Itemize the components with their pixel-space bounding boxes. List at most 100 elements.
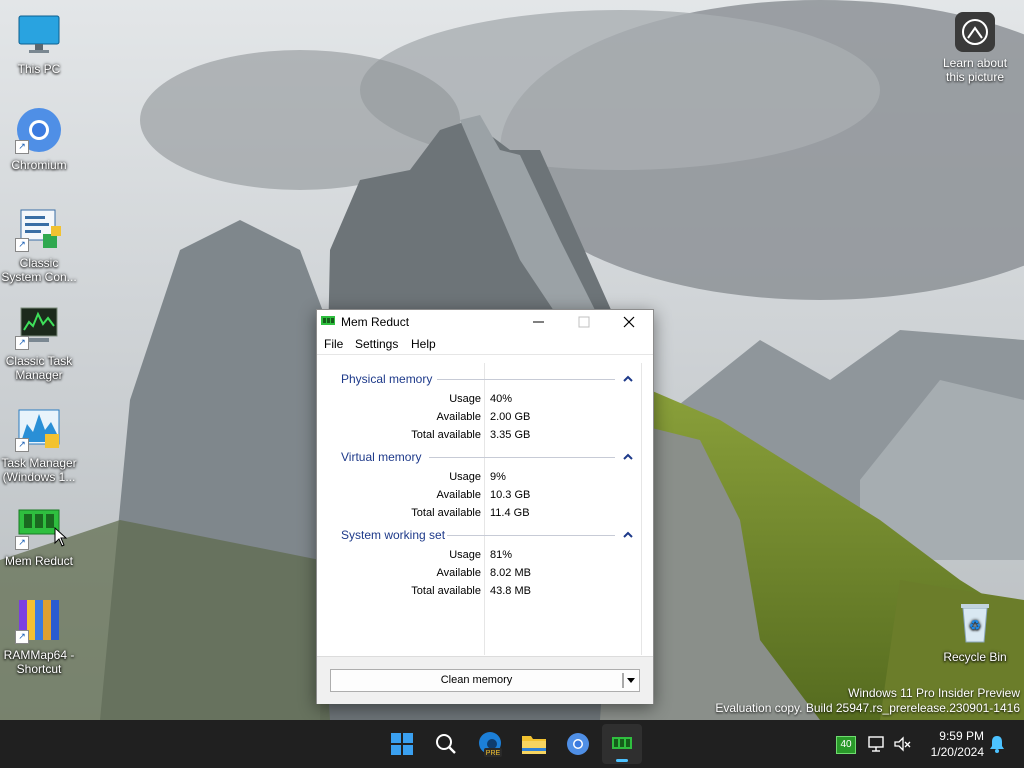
shortcut-arrow-icon: ↗ bbox=[15, 336, 29, 350]
mouse-cursor-icon bbox=[54, 527, 68, 547]
memory-info-panel: Physical memory Usage 40% Available 2.00… bbox=[317, 354, 653, 657]
watermark-line-1: Windows 11 Pro Insider Preview bbox=[848, 686, 1020, 700]
start-button[interactable] bbox=[382, 724, 422, 764]
row-value: 10.3 GB bbox=[490, 489, 531, 501]
notification-bell-icon[interactable] bbox=[988, 734, 1006, 754]
row-label: Usage bbox=[449, 549, 481, 561]
row-value: 3.35 GB bbox=[490, 429, 531, 441]
desktop-icon-label: Recycle Bin bbox=[943, 650, 1007, 664]
chevron-up-icon[interactable] bbox=[623, 375, 633, 383]
right-border bbox=[641, 363, 642, 655]
group-separator bbox=[437, 379, 615, 380]
row-label: Total available bbox=[411, 507, 481, 519]
menu-help[interactable]: Help bbox=[411, 337, 436, 351]
task-manager-chart-icon: ↗ bbox=[15, 404, 63, 452]
desktop-icon-task-manager-windows[interactable]: ↗ Task Manager (Windows 1... bbox=[0, 404, 78, 484]
edge-button[interactable]: PRE bbox=[470, 724, 510, 764]
window-title: Mem Reduct bbox=[341, 315, 410, 329]
row-value: 2.00 GB bbox=[490, 411, 531, 423]
desktop-icon-classic-system-control[interactable]: ↗ Classic System Con... bbox=[0, 204, 78, 284]
monitor-icon bbox=[15, 10, 63, 58]
row-value: 8.02 MB bbox=[490, 567, 531, 579]
shortcut-arrow-icon: ↗ bbox=[15, 438, 29, 452]
desktop-icon-recycle-bin[interactable]: ♻ Recycle Bin bbox=[936, 598, 1014, 664]
desktop-icon-label: Mem Reduct bbox=[4, 554, 74, 568]
desktop-icon-this-pc[interactable]: This PC bbox=[0, 10, 78, 76]
memory-chip-icon bbox=[612, 737, 632, 749]
close-icon bbox=[623, 316, 635, 328]
group-separator bbox=[447, 535, 615, 536]
search-button[interactable] bbox=[426, 724, 466, 764]
group-header[interactable]: System working set bbox=[341, 528, 445, 542]
menu-bar: File Settings Help bbox=[317, 334, 653, 354]
group-separator bbox=[429, 457, 615, 458]
rammap-icon: ↗ bbox=[15, 596, 63, 644]
desktop-icon-label: This PC bbox=[17, 62, 61, 76]
row-value: 11.4 GB bbox=[490, 507, 530, 519]
chevron-down-icon bbox=[622, 673, 635, 688]
row-value: 43.8 MB bbox=[490, 585, 531, 597]
row-label: Total available bbox=[411, 429, 481, 441]
title-bar[interactable]: Mem Reduct bbox=[317, 310, 653, 334]
desktop-icon-label: RAMMap64 - Shortcut bbox=[3, 648, 75, 676]
row-label: Total available bbox=[411, 585, 481, 597]
row-value: 40% bbox=[490, 393, 513, 405]
group-header[interactable]: Physical memory bbox=[341, 372, 432, 386]
os-watermark: Windows 11 Pro Insider Preview Evaluatio… bbox=[715, 686, 1020, 716]
clock[interactable]: 9:59 PM 1/20/2024 bbox=[920, 728, 984, 760]
taskbar: PRE 40 9:59 PM 1/20/2024 bbox=[0, 720, 1024, 768]
mem-reduct-taskbar-button[interactable] bbox=[602, 724, 642, 764]
tray-badge-value: 40 bbox=[840, 739, 852, 750]
search-icon bbox=[436, 734, 456, 754]
chromium-icon bbox=[567, 733, 589, 755]
chromium-taskbar-button[interactable] bbox=[558, 724, 598, 764]
chevron-up-icon[interactable] bbox=[623, 531, 633, 539]
control-panel-icon: ↗ bbox=[15, 204, 63, 252]
shortcut-arrow-icon: ↗ bbox=[15, 140, 29, 154]
row-label: Available bbox=[436, 411, 481, 423]
desktop-icon-label: Task Manager (Windows 1... bbox=[1, 456, 77, 484]
menu-settings[interactable]: Settings bbox=[355, 337, 398, 351]
mem-reduct-window: Mem Reduct File Settings Help Physical m… bbox=[316, 309, 654, 704]
active-indicator bbox=[616, 759, 628, 762]
recycle-bin-icon: ♻ bbox=[951, 598, 999, 646]
clean-memory-dropdown[interactable] bbox=[622, 669, 640, 692]
chromium-icon: ↗ bbox=[15, 106, 63, 154]
watermark-line-2: Evaluation copy. Build 25947.rs_prerelea… bbox=[715, 701, 1020, 715]
clean-memory-button[interactable]: Clean memory bbox=[330, 669, 623, 692]
minimize-button[interactable] bbox=[516, 310, 561, 334]
file-explorer-button[interactable] bbox=[514, 724, 554, 764]
clock-time: 9:59 PM bbox=[939, 729, 984, 743]
row-label: Usage bbox=[449, 393, 481, 405]
shortcut-arrow-icon: ↗ bbox=[15, 536, 29, 550]
chevron-up-icon[interactable] bbox=[623, 453, 633, 461]
shortcut-arrow-icon: ↗ bbox=[15, 238, 29, 252]
desktop-icon-label: Classic System Con... bbox=[1, 256, 77, 284]
row-value: 9% bbox=[490, 471, 506, 483]
desktop-icon-chromium[interactable]: ↗ Chromium bbox=[0, 106, 78, 172]
svg-text:PRE: PRE bbox=[486, 750, 501, 757]
close-button[interactable] bbox=[606, 310, 651, 334]
desktop-icon-label: Classic Task Manager bbox=[5, 354, 73, 382]
folder-icon bbox=[522, 736, 546, 754]
learn-about-picture-label: Learn about this picture bbox=[942, 56, 1008, 84]
desktop-icon-classic-task-manager[interactable]: ↗ Classic Task Manager bbox=[0, 302, 78, 382]
row-label: Usage bbox=[449, 471, 481, 483]
desktop-icon-rammap[interactable]: ↗ RAMMap64 - Shortcut bbox=[0, 596, 78, 676]
network-icon[interactable] bbox=[866, 734, 886, 754]
window-footer: Clean memory bbox=[317, 656, 653, 704]
svg-text:♻: ♻ bbox=[969, 617, 982, 633]
row-label: Available bbox=[436, 489, 481, 501]
minimize-icon bbox=[533, 321, 544, 323]
menu-file[interactable]: File bbox=[324, 337, 343, 351]
learn-about-picture[interactable]: Learn about this picture bbox=[938, 12, 1012, 84]
row-value: 81% bbox=[490, 549, 513, 561]
task-manager-icon: ↗ bbox=[15, 302, 63, 350]
edge-icon: PRE bbox=[479, 732, 502, 757]
volume-muted-icon[interactable] bbox=[892, 734, 912, 754]
group-header[interactable]: Virtual memory bbox=[341, 450, 421, 464]
maximize-button[interactable] bbox=[561, 310, 606, 334]
memory-chip-icon bbox=[321, 316, 335, 325]
column-divider bbox=[484, 363, 485, 655]
tray-mem-reduct-icon[interactable]: 40 bbox=[836, 736, 856, 754]
